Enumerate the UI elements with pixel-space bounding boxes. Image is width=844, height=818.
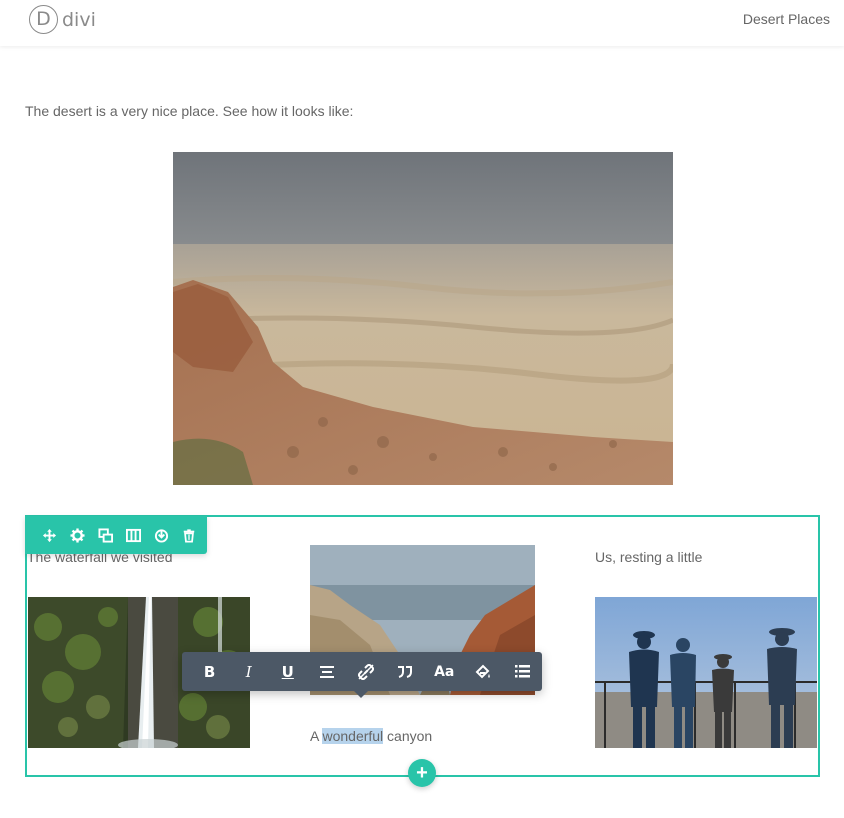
color-icon[interactable] [464,652,503,691]
add-row-button[interactable]: + [408,759,436,787]
desert-landscape-icon [173,152,673,485]
align-icon[interactable] [307,652,346,691]
module-settings-toolbar [25,516,207,554]
save-icon[interactable] [147,516,175,554]
canyon-caption-before: A [310,728,323,744]
underline-icon[interactable]: U [268,652,307,691]
selected-text[interactable]: wonderful [322,728,384,744]
columns-icon[interactable] [119,516,147,554]
bold-icon[interactable]: B [190,652,229,691]
italic-icon[interactable]: I [229,652,268,691]
list-icon[interactable] [503,652,542,691]
canyon-caption[interactable]: A wonderful canyon [310,728,432,744]
nav-link-desert-places[interactable]: Desert Places [743,11,830,27]
resting-caption: Us, resting a little [595,549,703,565]
duplicate-icon[interactable] [91,516,119,554]
quote-icon[interactable] [386,652,425,691]
site-logo[interactable]: D divi [29,5,96,34]
desert-hero-image[interactable] [173,152,673,485]
font-icon[interactable]: Aa [425,652,464,691]
people-photo-icon [595,597,817,748]
text-format-toolbar: B I U Aa [182,652,542,698]
intro-text: The desert is a very nice place. See how… [25,103,354,119]
move-icon[interactable] [35,516,63,554]
logo-mark-icon: D [29,5,58,34]
link-icon[interactable] [346,652,385,691]
site-header: D divi Desert Places [0,0,844,46]
canyon-caption-after: canyon [383,728,433,744]
gear-icon[interactable] [63,516,91,554]
logo-text: divi [62,8,96,31]
trash-icon[interactable] [175,516,203,554]
people-image[interactable] [595,597,817,748]
